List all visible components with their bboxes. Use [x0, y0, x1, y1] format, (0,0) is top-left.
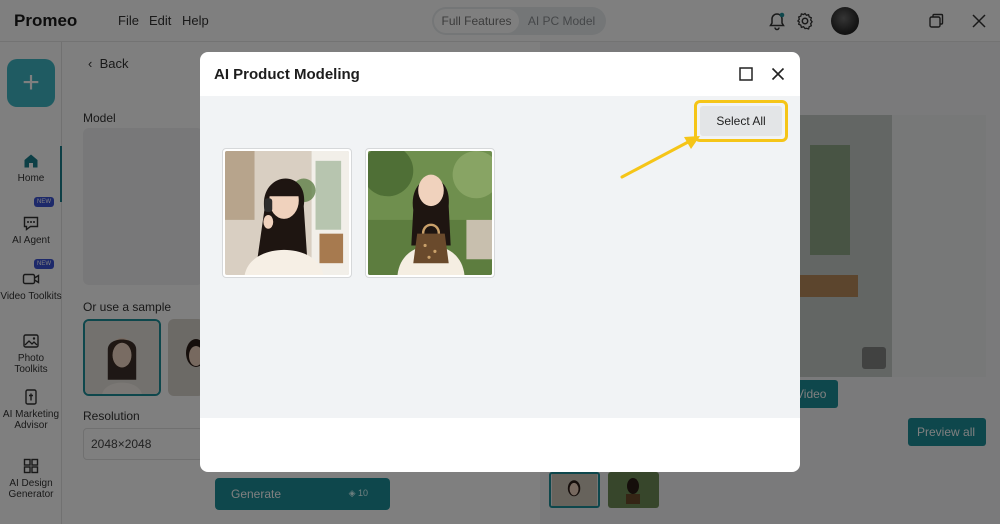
- dialog-title: AI Product Modeling: [214, 66, 360, 83]
- maximize-icon[interactable]: [738, 66, 754, 82]
- select-all-button[interactable]: Select All: [700, 106, 782, 136]
- close-icon[interactable]: [770, 66, 786, 82]
- generated-image[interactable]: [365, 148, 495, 278]
- woman-with-headphones-image: [225, 151, 349, 275]
- generated-image[interactable]: [222, 148, 352, 278]
- woman-with-handbag-image: [368, 151, 492, 275]
